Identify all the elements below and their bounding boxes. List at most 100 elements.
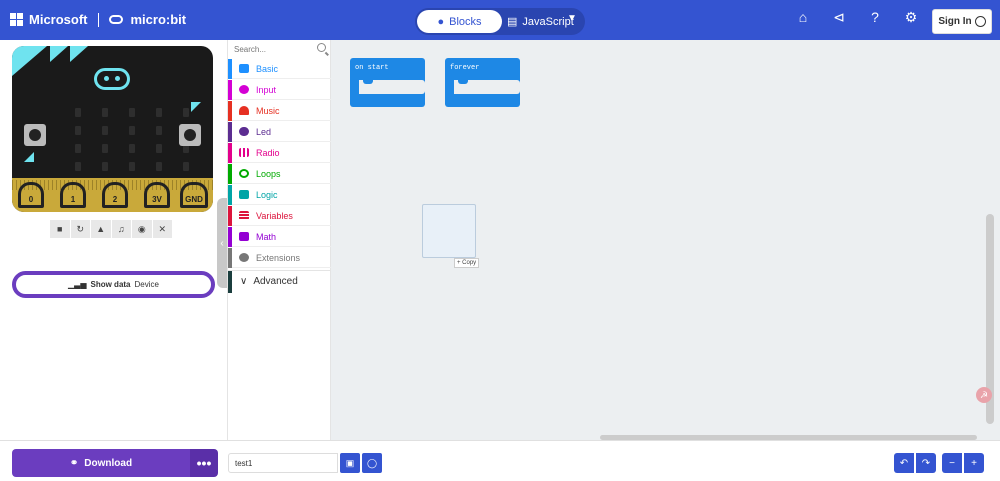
category-label: Extensions: [256, 252, 301, 263]
button-a[interactable]: [24, 124, 46, 146]
loop-icon: [239, 169, 249, 178]
category-color-bar: [228, 100, 232, 121]
bar-chart-icon: ▁▃▅: [68, 280, 87, 289]
pin-2[interactable]: 2: [102, 182, 128, 208]
edge-connector: 0 1 2 3V GND: [12, 178, 213, 212]
category-radio[interactable]: Radio: [228, 142, 332, 163]
category-loops[interactable]: Loops: [228, 163, 332, 184]
category-color-bar: [228, 247, 232, 268]
microbit-board[interactable]: 0 1 2 3V GND: [12, 46, 213, 212]
pin-0[interactable]: 0: [18, 182, 44, 208]
tab-javascript[interactable]: ▤ JavaScript: [507, 10, 574, 33]
home-icon[interactable]: ⌂: [796, 10, 810, 24]
category-label: Music: [256, 105, 280, 116]
zoom-in-icon[interactable]: +: [964, 453, 984, 473]
close-icon[interactable]: ✕: [152, 220, 173, 238]
sign-in-button[interactable]: Sign In: [932, 9, 992, 34]
category-music[interactable]: Music: [228, 100, 332, 121]
search-input[interactable]: [234, 43, 314, 55]
board-accent: [12, 46, 47, 76]
category-color-bar: [228, 205, 232, 226]
shuffle-icon: [239, 190, 249, 199]
toolbox: Basic Input Music Led Radio Loops Logic …: [227, 40, 332, 440]
category-label: Loops: [256, 168, 281, 179]
led-matrix[interactable]: [75, 108, 197, 189]
editor-toggle: ● Blocks ▤ JavaScript ▼: [415, 8, 585, 35]
download-label: Download: [84, 457, 133, 469]
save-icon[interactable]: ▣: [340, 453, 360, 473]
top-bar: Microsoft micro:bit ● Blocks ▤ JavaScrip…: [0, 0, 1000, 40]
touch-logo-icon[interactable]: [94, 68, 130, 90]
tab-blocks[interactable]: ● Blocks: [417, 10, 502, 33]
code-icon: ▤: [507, 16, 518, 28]
category-extensions[interactable]: Extensions: [228, 247, 332, 268]
sign-in-label: Sign In: [938, 16, 972, 27]
collapse-simulator-icon[interactable]: ‹: [217, 198, 227, 288]
chevron-down-icon[interactable]: ▼: [567, 13, 577, 24]
category-variables[interactable]: Variables: [228, 205, 332, 226]
product-label: micro:bit: [130, 12, 187, 27]
screenshot-icon[interactable]: ◉: [132, 220, 153, 238]
plus-icon: [239, 253, 249, 262]
list-icon: [239, 211, 249, 220]
drag-ghost-block[interactable]: [422, 204, 476, 258]
download-button[interactable]: ⚭ Download: [12, 449, 190, 477]
gear-icon[interactable]: ⚙: [904, 10, 918, 24]
redo-icon[interactable]: ↷: [916, 453, 936, 473]
on-start-block[interactable]: on start: [350, 58, 425, 107]
more-options-button[interactable]: •••: [190, 449, 218, 477]
audio-icon[interactable]: ♫: [111, 220, 132, 238]
category-color-bar: [228, 142, 232, 163]
category-logic[interactable]: Logic: [228, 184, 332, 205]
category-color-bar: [228, 163, 232, 184]
share-icon[interactable]: ⊲: [832, 10, 846, 24]
search-icon[interactable]: [317, 43, 326, 52]
toggle-icon: [239, 127, 249, 136]
undo-icon[interactable]: ↶: [894, 453, 914, 473]
simulator-panel: 0 1 2 3V GND ■ ↻ ▲ ♫ ◉ ✕ ▁▃▅ Show data D…: [0, 40, 227, 440]
trash-icon[interactable]: ☭: [976, 387, 992, 403]
pin-3v[interactable]: 3V: [144, 182, 170, 208]
stop-icon[interactable]: ■: [50, 220, 71, 238]
github-icon[interactable]: ◯: [362, 453, 382, 473]
zoom-out-icon[interactable]: −: [942, 453, 962, 473]
project-name-input[interactable]: [228, 453, 338, 473]
show-data-button[interactable]: ▁▃▅ Show data Device: [12, 271, 215, 298]
calculator-icon: [239, 232, 249, 241]
microsoft-label: Microsoft: [29, 12, 88, 27]
forever-block[interactable]: forever: [445, 58, 520, 107]
restart-icon[interactable]: ↻: [70, 220, 91, 238]
slowmo-icon[interactable]: ▲: [91, 220, 112, 238]
button-b-label-icon: [191, 102, 201, 112]
category-color-bar: [228, 184, 232, 205]
category-label: Radio: [256, 147, 280, 158]
grid-icon: [239, 64, 249, 73]
category-label: Led: [256, 126, 272, 137]
device-label: Device: [134, 280, 159, 289]
category-color-bar: [228, 270, 232, 293]
brand-divider: [97, 12, 99, 27]
category-led[interactable]: Led: [228, 121, 332, 142]
bottom-bar: ⚭ Download ••• ▣ ◯ ↶ ↷ − +: [0, 440, 1000, 481]
category-color-bar: [228, 79, 232, 100]
category-input[interactable]: Input: [228, 79, 332, 100]
copy-tooltip: + Copy: [454, 258, 480, 268]
pin-gnd[interactable]: GND: [180, 182, 208, 208]
category-label: Variables: [256, 210, 293, 221]
help-icon[interactable]: ?: [868, 10, 882, 24]
toolbox-search: [228, 40, 332, 58]
category-advanced[interactable]: ∨ Advanced: [228, 270, 332, 293]
headphones-icon: [239, 106, 249, 115]
category-label: Input: [256, 84, 277, 95]
brand[interactable]: Microsoft micro:bit: [10, 12, 186, 27]
header-actions: ⌂ ⊲ ? ⚙: [796, 10, 918, 24]
block-label: on start: [355, 64, 389, 72]
simulator-controls: ■ ↻ ▲ ♫ ◉ ✕: [50, 220, 173, 238]
tab-blocks-label: Blocks: [449, 15, 482, 28]
category-basic[interactable]: Basic: [228, 58, 332, 79]
block-slot: [454, 80, 520, 94]
button-b[interactable]: [179, 124, 201, 146]
category-math[interactable]: Math: [228, 226, 332, 247]
block-slot: [359, 80, 425, 94]
pin-1[interactable]: 1: [60, 182, 86, 208]
